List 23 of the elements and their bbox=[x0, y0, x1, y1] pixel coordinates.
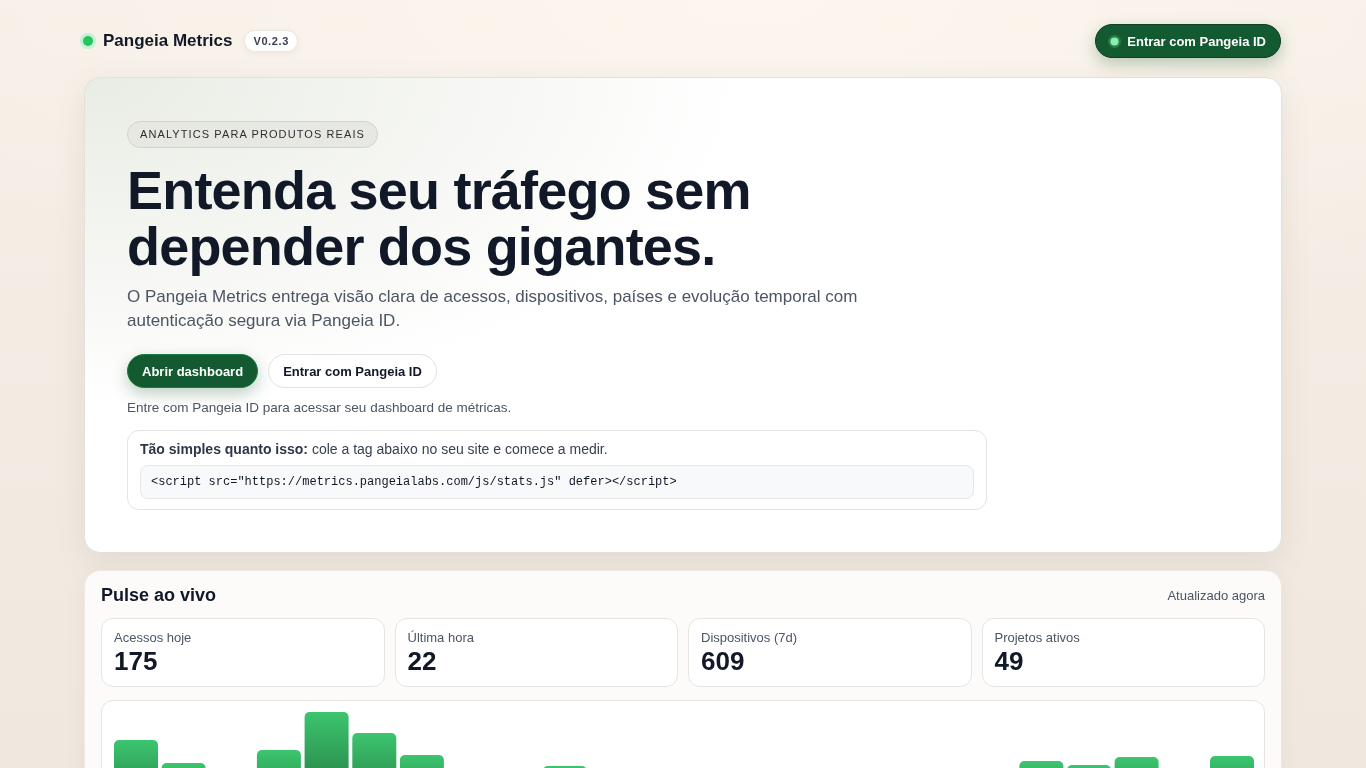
section-title: Pulse ao vivo bbox=[101, 584, 217, 606]
login-button[interactable]: Entrar com Pangeia ID bbox=[268, 354, 437, 388]
stat-value: 609 bbox=[701, 646, 745, 676]
dashboard-button[interactable]: Abrir dashboard bbox=[127, 354, 259, 388]
stat-value: 175 bbox=[114, 646, 158, 676]
stat-value: 49 bbox=[994, 646, 1024, 676]
login-button[interactable]: Entrar com Pangeia ID bbox=[1095, 24, 1281, 58]
stat-label: Acessos hoje bbox=[114, 630, 192, 645]
hero-description: O Pangeia Metrics entrega visão clara de acessos, dispositivos, países e evolução temporal com autenticação segura via Pangeia ID. bbox=[127, 286, 859, 332]
status-dot-icon bbox=[1108, 34, 1122, 48]
stat-label: Última hora bbox=[407, 630, 474, 645]
stat-value: 22 bbox=[407, 646, 437, 676]
code-snippet: <script src="https://metrics.pangeialabs.com/js/stats.js" defer></script> bbox=[140, 465, 974, 499]
updated-label: Atualizado agora bbox=[1167, 587, 1265, 603]
install-instructions: Tão simples quanto isso: cole a tag abaixo no seu site e comece a medir. bbox=[140, 440, 609, 458]
status-dot-icon bbox=[80, 33, 96, 49]
stat-label: Projetos ativos bbox=[994, 630, 1080, 645]
eyebrow-label: ANALYTICS PARA PRODUTOS REAIS bbox=[127, 121, 379, 148]
login-hint: Entre com Pangeia ID para acessar seu dashboard de métricas. bbox=[127, 400, 512, 415]
brand-name: Pangeia Metrics bbox=[103, 31, 233, 51]
hero-title: Entenda seu tráfego sem depender dos gigantes. bbox=[127, 162, 752, 274]
stat-label: Dispositivos (7d) bbox=[701, 630, 798, 645]
version-label: V0.2.3 bbox=[244, 30, 298, 52]
